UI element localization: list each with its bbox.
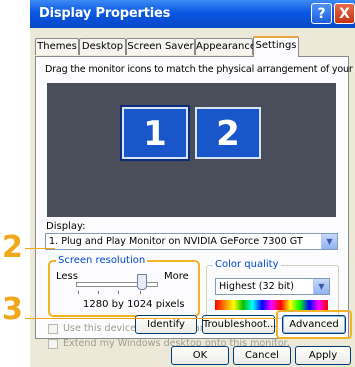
chevron-down-icon[interactable]: ▼ bbox=[321, 234, 337, 249]
close-button[interactable]: X bbox=[334, 3, 355, 24]
display-properties-window: Display Properties ? X Themes Desktop Sc… bbox=[30, 0, 355, 367]
tab-themes[interactable]: Themes bbox=[35, 38, 79, 55]
slider-tick bbox=[78, 291, 79, 294]
title-bar[interactable]: Display Properties ? X bbox=[30, 0, 355, 28]
color-spectrum-bar bbox=[215, 300, 328, 310]
cancel-button[interactable]: Cancel bbox=[233, 346, 291, 365]
primary-monitor-checkbox[interactable] bbox=[48, 324, 58, 334]
resolution-slider-thumb[interactable] bbox=[137, 274, 147, 290]
callout-leader-2 bbox=[25, 248, 55, 249]
monitor-arrangement-area[interactable]: 1 2 bbox=[47, 83, 336, 217]
window-title: Display Properties bbox=[39, 6, 171, 21]
display-select-value: 1. Plug and Play Monitor on NVIDIA GeFor… bbox=[49, 236, 303, 247]
tab-screen-saver[interactable]: Screen Saver bbox=[126, 38, 195, 55]
callout-number-2: 2 bbox=[2, 230, 23, 265]
color-quality-select[interactable]: Highest (32 bit) ▼ bbox=[215, 278, 330, 295]
help-button[interactable]: ? bbox=[311, 3, 332, 24]
display-label: Display: bbox=[46, 221, 86, 232]
instruction-text: Drag the monitor icons to match the phys… bbox=[45, 64, 355, 75]
callout-number-3: 3 bbox=[2, 292, 23, 327]
callout-leader-3 bbox=[25, 318, 278, 319]
tab-settings[interactable]: Settings bbox=[253, 36, 299, 57]
slider-tick bbox=[118, 291, 119, 294]
ok-button[interactable]: OK bbox=[171, 346, 229, 365]
tab-desktop[interactable]: Desktop bbox=[79, 38, 126, 55]
tab-appearance[interactable]: Appearance bbox=[195, 38, 256, 55]
display-select[interactable]: 1. Plug and Play Monitor on NVIDIA GeFor… bbox=[45, 233, 338, 250]
advanced-callout-box bbox=[276, 310, 352, 339]
extend-desktop-checkbox[interactable] bbox=[48, 339, 58, 349]
screen-resolution-title: Screen resolution bbox=[56, 255, 148, 266]
chevron-down-icon[interactable]: ▼ bbox=[313, 279, 329, 294]
monitor-1[interactable]: 1 bbox=[120, 105, 190, 161]
resolution-value: 1280 by 1024 pixels bbox=[83, 299, 185, 310]
monitor-2[interactable]: 2 bbox=[195, 107, 261, 159]
screen-resolution-group: Screen resolution Less More 1280 by 1024… bbox=[48, 255, 200, 317]
apply-button[interactable]: Apply bbox=[295, 346, 351, 365]
color-quality-value: Highest (32 bit) bbox=[219, 281, 295, 292]
slider-tick bbox=[140, 291, 141, 294]
slider-less-label: Less bbox=[56, 271, 78, 282]
settings-panel: Drag the monitor icons to match the phys… bbox=[35, 56, 355, 349]
slider-tick bbox=[98, 291, 99, 294]
slider-more-label: More bbox=[164, 271, 189, 282]
color-quality-title: Color quality bbox=[213, 259, 281, 270]
